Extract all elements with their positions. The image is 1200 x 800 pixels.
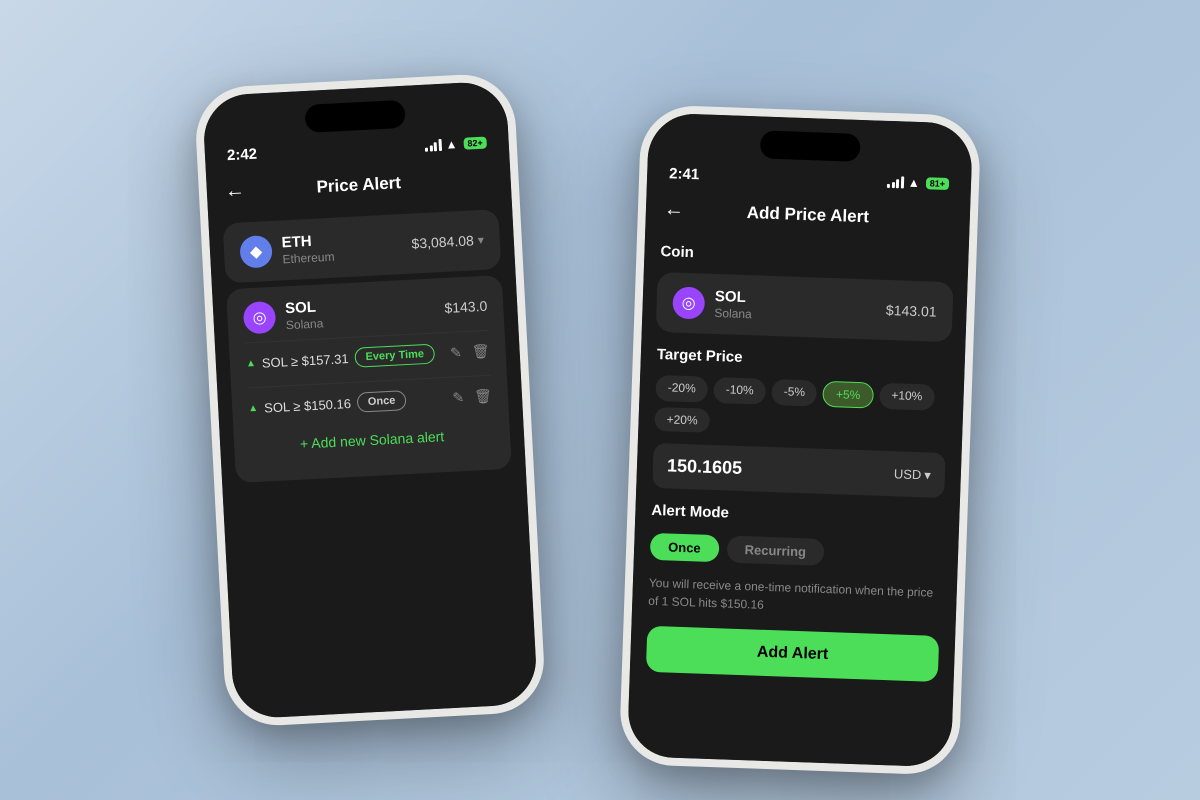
currency-select[interactable]: USD ▾ [894, 466, 932, 483]
phone2: 2:41 ▲ 81+ ← Add Pri [619, 104, 982, 775]
sol-symbol: SOL [285, 298, 323, 317]
sol-name: Solana [286, 316, 324, 332]
sol-icon: ◎ [243, 301, 277, 335]
sol-icon-2: ◎ [672, 286, 705, 319]
status-icons-1: ▲ 82+ [425, 135, 487, 152]
battery-1: 82+ [463, 136, 487, 149]
alert-condition-1: ▲ SOL ≥ $157.31 Every Time [245, 344, 435, 374]
eth-symbol: ETH [281, 232, 334, 252]
eth-row: ◆ ETH Ethereum $3,084.08 ▾ [239, 224, 484, 269]
sol-row: ◎ SOL Solana $143.0 [243, 290, 488, 335]
chip-6[interactable]: +20% [654, 407, 710, 433]
price-input-row: 150.1605 USD ▾ [652, 443, 945, 498]
dynamic-island-2 [760, 130, 861, 161]
sol-price: $143.0 [444, 298, 488, 316]
edit-icon-1[interactable]: ✎ [450, 344, 463, 362]
sol-card: ◎ SOL Solana $143.0 [226, 275, 512, 483]
alert-condition-2: ▲ SOL ≥ $150.16 Once [248, 390, 407, 418]
alert-actions-1: ✎ 🗑 [450, 342, 490, 361]
sol-symbol-icon: ◎ [252, 307, 267, 328]
eth-info: ◆ ETH Ethereum [239, 232, 335, 269]
sol-details: SOL Solana [285, 298, 324, 332]
coin-card-2[interactable]: ◎ SOL Solana $143.01 [656, 272, 954, 342]
price-chips: -20% -10% -5% +5% +10% +20% [638, 368, 964, 447]
signal-icon-2 [887, 175, 904, 188]
delete-icon-2[interactable]: 🗑 [474, 387, 493, 405]
chip-2[interactable]: -10% [713, 377, 766, 405]
back-button-1[interactable]: ← [224, 179, 245, 203]
page-title-2: Add Price Alert [746, 203, 869, 227]
sol-info: ◎ SOL Solana [243, 298, 324, 334]
time-1: 2:42 [227, 146, 258, 165]
battery-2: 81+ [926, 177, 950, 190]
eth-name: Ethereum [282, 250, 335, 267]
alert-description: You will receive a one-time notification… [632, 567, 958, 630]
eth-price: $3,084.08 ▾ [411, 232, 484, 252]
eth-icon: ◆ [239, 235, 273, 269]
currency-chevron: ▾ [924, 467, 931, 483]
status-icons-2: ▲ 81+ [887, 174, 949, 190]
eth-details: ETH Ethereum [281, 232, 335, 267]
mode-recurring[interactable]: Recurring [726, 536, 824, 566]
phone1: 2:42 ▲ 82+ ← Price A [193, 72, 546, 728]
signal-icon-1 [425, 138, 442, 151]
price-input-value[interactable]: 150.1605 [667, 455, 743, 479]
confirm-button[interactable]: Add Alert [646, 626, 939, 682]
alert-text-1: SOL ≥ $157.31 [261, 351, 349, 371]
alert-text-2: SOL ≥ $150.16 [264, 396, 352, 416]
alert-badge-2[interactable]: Once [356, 390, 406, 413]
coin-row-2: ◎ SOL Solana $143.01 [672, 286, 937, 327]
delete-icon-1[interactable]: 🗑 [471, 342, 490, 360]
sol-price-2: $143.01 [886, 302, 937, 320]
time-2: 2:41 [669, 165, 700, 183]
edit-icon-2[interactable]: ✎ [452, 389, 465, 407]
eth-chevron: ▾ [477, 233, 484, 247]
eth-symbol-icon: ◆ [249, 241, 262, 262]
alert-actions-2: ✎ 🗑 [452, 387, 492, 406]
alert-badge-1[interactable]: Every Time [354, 344, 435, 368]
chip-5[interactable]: +10% [879, 383, 935, 411]
chip-3[interactable]: -5% [771, 379, 817, 407]
chip-4[interactable]: +5% [823, 381, 874, 409]
page-title-1: Price Alert [316, 173, 401, 197]
mode-once[interactable]: Once [650, 533, 719, 562]
arrow-up-2: ▲ [248, 402, 258, 414]
wifi-icon-1: ▲ [445, 137, 458, 152]
chip-1[interactable]: -20% [655, 375, 708, 403]
eth-card: ◆ ETH Ethereum $3,084.08 ▾ [223, 209, 502, 283]
sol-name-2: Solana [714, 306, 752, 321]
sol-details-2: SOL Solana [714, 288, 752, 321]
arrow-up-1: ▲ [246, 357, 256, 369]
sol-symbol-icon-2: ◎ [681, 293, 696, 313]
back-button-2[interactable]: ← [664, 198, 685, 222]
alert-row-1: ▲ SOL ≥ $157.31 Every Time ✎ 🗑 [245, 330, 491, 380]
sol-info-2: ◎ SOL Solana [672, 286, 752, 321]
wifi-icon-2: ▲ [908, 175, 920, 189]
dynamic-island-1 [304, 100, 405, 133]
sol-symbol-2: SOL [715, 288, 753, 306]
